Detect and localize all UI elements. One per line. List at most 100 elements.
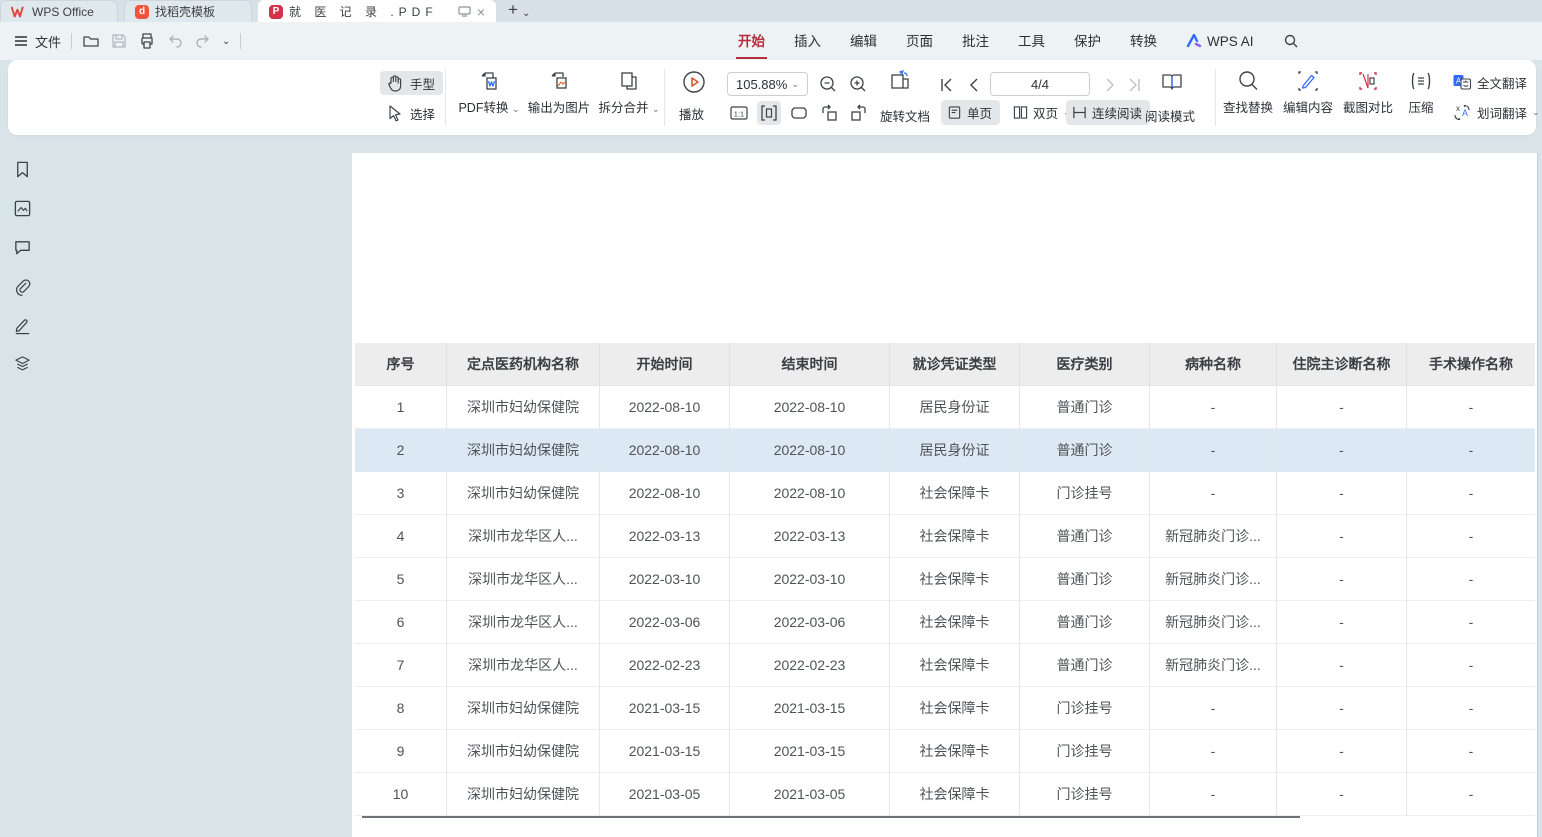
first-page-icon[interactable] xyxy=(937,75,957,95)
rotate-left-button[interactable] xyxy=(819,103,839,123)
undo-history-chevron-icon[interactable]: ⌄ xyxy=(222,36,230,47)
table-cell: 2022-03-13 xyxy=(600,515,730,558)
layers-panel-icon[interactable] xyxy=(13,354,32,373)
table-cell: 深圳市妇幼保健院 xyxy=(447,687,600,730)
wps-ai-button[interactable]: WPS AI xyxy=(1186,34,1254,49)
menu-home[interactable]: 开始 xyxy=(738,30,765,52)
continuous-read-label: 连续阅读 xyxy=(1092,103,1142,122)
close-tab-icon[interactable]: × xyxy=(477,5,485,19)
table-cell: 2022-08-10 xyxy=(600,386,730,429)
select-tool-button[interactable]: 选择 xyxy=(380,101,443,125)
split-merge-icon xyxy=(617,69,641,93)
table-cell: 2022-08-10 xyxy=(730,472,890,515)
menu-convert[interactable]: 转换 xyxy=(1130,30,1157,52)
table-cell: 社会保障卡 xyxy=(890,773,1020,816)
signature-panel-icon[interactable] xyxy=(13,316,32,335)
table-cell: 门诊挂号 xyxy=(1020,687,1150,730)
table-cell: 2021-03-05 xyxy=(600,773,730,816)
menu-annotate[interactable]: 批注 xyxy=(962,30,989,52)
continuous-read-button[interactable]: 连续阅读 xyxy=(1066,100,1150,125)
zoom-level-select[interactable]: 105.88% ⌄ xyxy=(727,72,808,96)
edit-content-button[interactable]: 编辑内容 xyxy=(1280,69,1336,116)
save-icon[interactable] xyxy=(110,32,128,50)
undo-icon[interactable] xyxy=(166,32,184,50)
fit-page-button[interactable] xyxy=(789,103,809,123)
zoom-chevron-icon: ⌄ xyxy=(791,79,799,90)
table-cell: 新冠肺炎门诊... xyxy=(1150,644,1277,687)
zoom-out-icon[interactable] xyxy=(818,74,838,94)
table-cell: - xyxy=(1407,429,1535,472)
table-header-cell: 医疗类别 xyxy=(1020,343,1150,386)
table-cell: 2021-03-15 xyxy=(600,687,730,730)
previous-page-icon[interactable] xyxy=(964,75,984,95)
table-cell: 2022-03-13 xyxy=(730,515,890,558)
file-menu-button[interactable]: 文件 xyxy=(12,32,61,51)
tab-list-chevron-icon[interactable]: ⌄ xyxy=(522,8,530,19)
attachments-panel-icon[interactable] xyxy=(13,277,32,296)
cursor-arrow-icon xyxy=(385,103,405,123)
rotate-right-button[interactable] xyxy=(849,103,869,123)
window-tab-bar: WPS Office d 找稻壳模板 P 就 医 记 录 .PDF × + ⌄ xyxy=(0,0,1542,22)
read-mode-button[interactable]: 阅读模式 xyxy=(1145,106,1195,125)
menu-insert[interactable]: 插入 xyxy=(794,30,821,52)
read-mode-book-icon[interactable] xyxy=(1160,70,1184,94)
pdf-convert-button[interactable]: PDF转换 ⌄ xyxy=(455,69,523,116)
rotate-doc-label[interactable]: 旋转文档 xyxy=(880,106,930,125)
hand-icon xyxy=(385,73,405,93)
table-cell: 深圳市龙华区人... xyxy=(447,601,600,644)
comments-panel-icon[interactable] xyxy=(13,238,32,257)
thumbnails-panel-icon[interactable] xyxy=(13,199,32,218)
table-cell: - xyxy=(1277,687,1407,730)
next-page-icon[interactable] xyxy=(1100,75,1120,95)
redo-icon[interactable] xyxy=(194,32,212,50)
word-translate-label: 划词翻译 xyxy=(1477,103,1527,122)
table-cell: 深圳市龙华区人... xyxy=(447,644,600,687)
compress-button[interactable]: 压缩 xyxy=(1400,69,1442,116)
table-cell: 7 xyxy=(355,644,447,687)
print-icon[interactable] xyxy=(138,32,156,50)
export-image-icon xyxy=(547,69,571,93)
word-translate-button[interactable]: x A 划词翻译 ⌄ xyxy=(1452,102,1540,122)
table-cell: 新冠肺炎门诊... xyxy=(1150,558,1277,601)
menu-page[interactable]: 页面 xyxy=(906,30,933,52)
wps-ai-logo-icon xyxy=(1186,34,1202,48)
menu-tools[interactable]: 工具 xyxy=(1018,30,1045,52)
play-label[interactable]: 播放 xyxy=(679,104,704,123)
play-icon[interactable] xyxy=(682,70,706,94)
export-image-button[interactable]: 输出为图片 xyxy=(524,69,594,116)
table-cell: 2022-08-10 xyxy=(600,472,730,515)
menu-protect[interactable]: 保护 xyxy=(1074,30,1101,52)
actual-size-button[interactable]: 1:1 xyxy=(729,103,749,123)
tab-document-pdf[interactable]: P 就 医 记 录 .PDF × xyxy=(258,0,496,22)
new-tab-button[interactable]: + xyxy=(508,0,518,20)
tab-docer-templates[interactable]: d 找稻壳模板 xyxy=(124,0,252,22)
rotate-right-icon xyxy=(849,103,869,123)
search-icon[interactable] xyxy=(1283,33,1299,49)
table-cell: - xyxy=(1277,773,1407,816)
full-translate-button[interactable]: A 全文翻译 xyxy=(1452,72,1527,92)
screenshot-compare-button[interactable]: 截图对比 xyxy=(1340,69,1396,116)
table-cell: - xyxy=(1407,730,1535,773)
fit-width-button[interactable] xyxy=(757,101,781,125)
last-page-icon[interactable] xyxy=(1124,75,1144,95)
word-translate-icon: x A xyxy=(1452,102,1472,122)
page-number-input[interactable]: 4/4 xyxy=(990,72,1090,96)
menu-edit[interactable]: 编辑 xyxy=(850,30,877,52)
screen-share-icon[interactable] xyxy=(458,6,471,17)
zoom-in-icon[interactable] xyxy=(848,74,868,94)
fit-page-icon xyxy=(789,103,809,123)
open-folder-icon[interactable] xyxy=(82,32,100,50)
rotate-pages-icon[interactable] xyxy=(888,69,912,93)
hand-tool-button[interactable]: 手型 xyxy=(380,71,443,95)
table-cell: - xyxy=(1277,386,1407,429)
zoom-level-value: 105.88% xyxy=(736,77,787,92)
tab-wps-office[interactable]: WPS Office xyxy=(0,0,118,22)
single-page-button[interactable]: 单页 xyxy=(941,100,1000,125)
bookmarks-panel-icon[interactable] xyxy=(13,160,32,179)
split-merge-button[interactable]: 拆分合并 ⌄ xyxy=(594,69,664,116)
ribbon-menus: 开始 插入 编辑 页面 批注 工具 保护 转换 WPS AI xyxy=(738,30,1299,52)
medical-records-table: 序号定点医药机构名称开始时间结束时间就诊凭证类型医疗类别病种名称住院主诊断名称手… xyxy=(355,343,1535,816)
find-replace-button[interactable]: 查找替换 xyxy=(1220,69,1276,116)
continuous-read-icon xyxy=(1072,105,1087,120)
docer-logo-icon: d xyxy=(135,5,149,19)
